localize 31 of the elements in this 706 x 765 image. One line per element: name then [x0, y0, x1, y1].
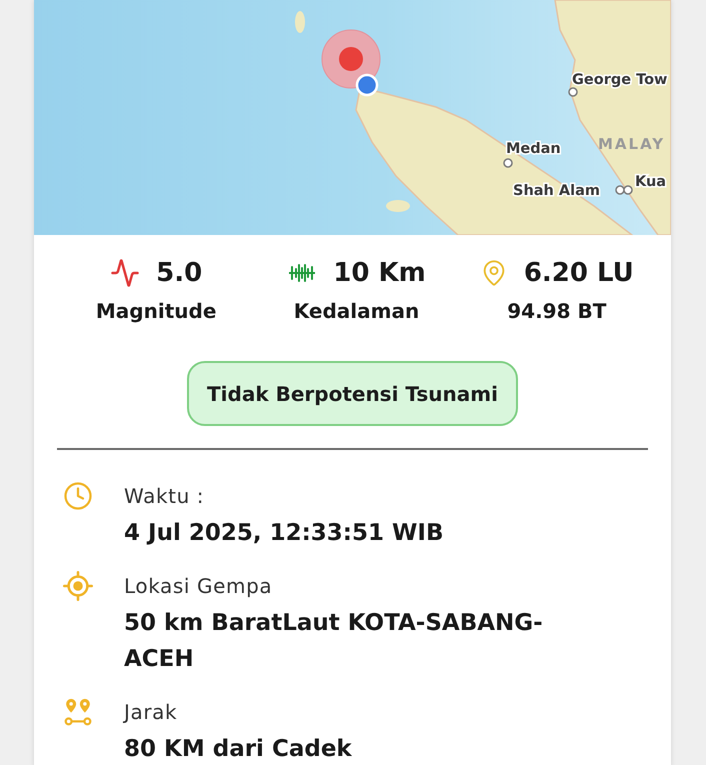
detail-label: Jarak: [124, 699, 178, 725]
map-city-label: Shah Alam: [513, 183, 600, 199]
city-marker-icon: [503, 158, 513, 168]
epicenter-marker-icon: [322, 30, 380, 88]
map-city-label: Medan: [506, 141, 561, 157]
city-marker-icon: [568, 87, 578, 97]
island-area: [295, 11, 305, 33]
pulse-icon: [110, 258, 140, 288]
detail-value: 4 Jul 2025, 12:33:51 WIB: [124, 519, 444, 548]
target-icon: [63, 571, 93, 601]
stat-value: 10 Km: [333, 257, 426, 289]
city-marker-icon: [615, 185, 625, 195]
detail-label: Waktu :: [124, 483, 204, 509]
clock-icon: [63, 481, 93, 511]
stat-value: 5.0: [156, 257, 202, 289]
island-area: [386, 200, 410, 212]
stat-value: 6.20 LU: [524, 257, 634, 289]
map-country-label: MALAY: [598, 135, 666, 153]
route-pins-icon: [63, 697, 93, 727]
stat-label: Magnitude: [96, 298, 216, 324]
stat-label: Kedalaman: [294, 298, 420, 324]
map-city-label: Kua: [635, 174, 666, 190]
map-city-label: George Tow: [572, 72, 668, 88]
tsunami-status-badge: Tidak Berpotensi Tsunami: [187, 361, 518, 426]
detail-label: Lokasi Gempa: [124, 573, 272, 599]
detail-value: 80 KM dari Cadek: [124, 735, 352, 764]
detail-value: 50 km BaratLaut KOTA-SABANG-ACEH: [124, 609, 544, 674]
user-location-icon: [356, 74, 378, 96]
waveform-icon: [287, 264, 318, 282]
stat-label: 94.98 BT: [507, 298, 606, 324]
city-marker-icon: [623, 185, 633, 195]
